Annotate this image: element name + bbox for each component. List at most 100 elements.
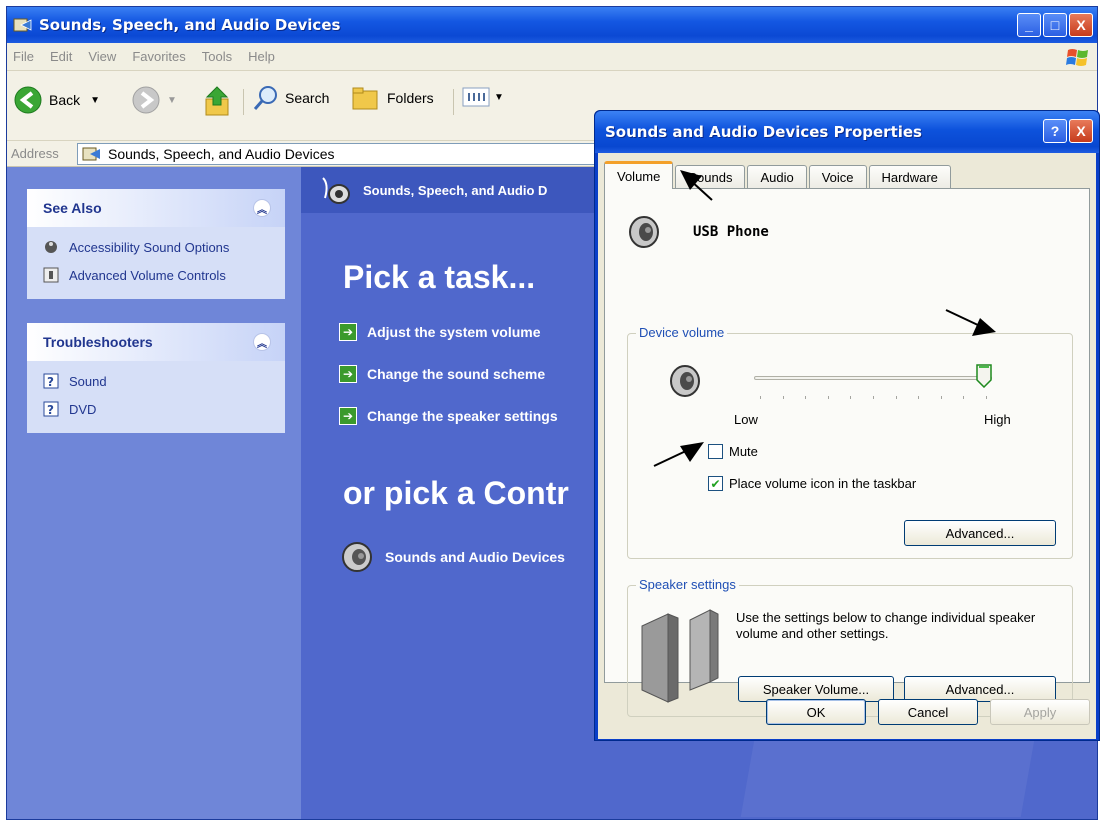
control-panel-icon (13, 18, 32, 32)
volume-slider-thumb[interactable] (976, 364, 992, 388)
back-button[interactable]: Back ▼ (13, 85, 100, 115)
sounds-speech-icon (322, 177, 350, 204)
views-button[interactable]: ▼ (461, 85, 504, 109)
pick-control-heading: or pick a Contr (343, 475, 569, 511)
ok-button[interactable]: OK (766, 699, 866, 725)
menu-tools[interactable]: Tools (202, 49, 232, 64)
see-also-header[interactable]: See Also ︽ (27, 189, 285, 227)
slider-tick (873, 396, 874, 399)
tab-audio[interactable]: Audio (747, 165, 807, 189)
mute-checkbox-row[interactable]: Mute (708, 444, 758, 459)
menu-file[interactable]: File (13, 49, 34, 64)
task-pane: See Also ︽ Accessibility Sound Options A… (7, 167, 301, 819)
troubleshooters-header[interactable]: Troubleshooters ︽ (27, 323, 285, 361)
task-arrow-icon: ➔ (339, 323, 357, 341)
menu-edit[interactable]: Edit (50, 49, 72, 64)
svg-text:?: ? (47, 375, 54, 389)
close-button[interactable]: X (1069, 13, 1093, 37)
speaker-icon (670, 365, 700, 397)
minimize-button[interactable]: _ (1017, 13, 1041, 37)
search-button[interactable]: Search (253, 85, 329, 111)
properties-dialog: Sounds and Audio Devices Properties ? X … (594, 110, 1100, 741)
task-adjust-volume[interactable]: ➔ Adjust the system volume (339, 323, 541, 341)
volume-slider-track[interactable] (754, 376, 992, 380)
slider-tick (963, 396, 965, 399)
dialog-titlebar[interactable]: Sounds and Audio Devices Properties ? X (595, 111, 1099, 153)
device-volume-legend: Device volume (636, 325, 728, 340)
speaker-settings-description: Use the settings below to change individ… (736, 610, 1036, 641)
folders-icon (352, 87, 378, 110)
troubleshooters-group: Troubleshooters ︽ ? Sound ? DVD (27, 323, 285, 433)
speaker-settings-legend: Speaker settings (636, 577, 739, 592)
mute-checkbox[interactable] (708, 444, 723, 459)
windows-logo-icon (1066, 49, 1088, 66)
folders-button[interactable]: Folders (351, 85, 434, 111)
tab-sounds[interactable]: Sounds (675, 165, 746, 189)
speaker-icon (342, 542, 372, 572)
back-arrow-icon (14, 86, 42, 114)
dialog-body: Volume Sounds Audio Voice Hardware USB P… (598, 153, 1096, 739)
svg-text:?: ? (47, 403, 54, 417)
taskbar-icon-checkbox-row[interactable]: ✔ Place volume icon in the taskbar (708, 476, 916, 491)
tab-voice[interactable]: Voice (808, 165, 867, 189)
address-value: Sounds, Speech, and Audio Devices (108, 145, 335, 162)
slider-tick (782, 396, 784, 399)
speakers-icon (641, 609, 719, 703)
tab-strip: Volume Sounds Audio Voice Hardware (604, 161, 953, 189)
control-panel-icon (82, 147, 100, 160)
task-change-sound-scheme[interactable]: ➔ Change the sound scheme (339, 365, 545, 383)
accessibility-icon (45, 241, 57, 253)
menu-help[interactable]: Help (248, 49, 275, 64)
collapse-chevron-icon[interactable]: ︽ (253, 333, 271, 351)
maximize-button[interactable]: □ (1043, 13, 1067, 37)
sound-troubleshooter-link[interactable]: ? Sound (43, 367, 285, 395)
control-sounds-audio-devices[interactable]: Sounds and Audio Devices (337, 539, 565, 575)
menu-view[interactable]: View (88, 49, 116, 64)
volume-tab-panel: USB Phone Device volume Low High Mute ✔ … (604, 188, 1090, 717)
slider-tick (918, 396, 920, 399)
taskbar-icon-checkbox[interactable]: ✔ (708, 476, 723, 491)
views-dropdown-icon: ▼ (494, 91, 504, 103)
slider-tick (986, 396, 987, 399)
task-change-speaker-settings[interactable]: ➔ Change the speaker settings (339, 407, 558, 425)
see-also-group: See Also ︽ Accessibility Sound Options A… (27, 189, 285, 299)
pick-task-heading: Pick a task... (343, 259, 536, 295)
help-icon: ? (43, 373, 59, 389)
forward-button[interactable]: ▼ (131, 85, 177, 115)
up-folder-icon[interactable] (203, 85, 233, 117)
slider-tick (850, 396, 852, 399)
task-arrow-icon: ➔ (339, 365, 357, 383)
slider-tick (805, 396, 807, 399)
slider-tick (940, 396, 942, 399)
dvd-troubleshooter-link[interactable]: ? DVD (43, 395, 285, 423)
views-icon (462, 87, 490, 107)
menu-favorites[interactable]: Favorites (132, 49, 185, 64)
device-row: USB Phone (625, 213, 769, 251)
window-title: Sounds, Speech, and Audio Devices (39, 16, 341, 34)
volume-high-label: High (984, 412, 1011, 427)
back-dropdown-icon[interactable]: ▼ (90, 95, 100, 106)
cancel-button[interactable]: Cancel (878, 699, 978, 725)
search-icon (253, 86, 277, 110)
advanced-volume-controls-link[interactable]: Advanced Volume Controls (43, 261, 285, 289)
dialog-close-button[interactable]: X (1069, 119, 1093, 143)
help-icon: ? (43, 401, 59, 417)
tab-volume[interactable]: Volume (604, 161, 674, 189)
accessibility-sound-options-link[interactable]: Accessibility Sound Options (43, 233, 285, 261)
slider-tick (895, 396, 897, 399)
address-label: Address (11, 146, 59, 161)
volume-low-label: Low (734, 412, 758, 427)
slider-tick (827, 396, 829, 399)
volume-control-icon (43, 267, 59, 283)
dialog-help-button[interactable]: ? (1043, 119, 1067, 143)
forward-arrow-icon (132, 86, 160, 114)
tab-hardware[interactable]: Hardware (868, 165, 951, 189)
task-arrow-icon: ➔ (339, 407, 357, 425)
device-advanced-button[interactable]: Advanced... (904, 520, 1056, 546)
collapse-chevron-icon[interactable]: ︽ (253, 199, 271, 217)
window-titlebar[interactable]: Sounds, Speech, and Audio Devices _ □ X (7, 7, 1097, 43)
apply-button[interactable]: Apply (990, 699, 1090, 725)
menu-bar: File Edit View Favorites Tools Help (7, 43, 1097, 71)
forward-dropdown-icon[interactable]: ▼ (167, 95, 177, 106)
device-name: USB Phone (693, 224, 769, 240)
